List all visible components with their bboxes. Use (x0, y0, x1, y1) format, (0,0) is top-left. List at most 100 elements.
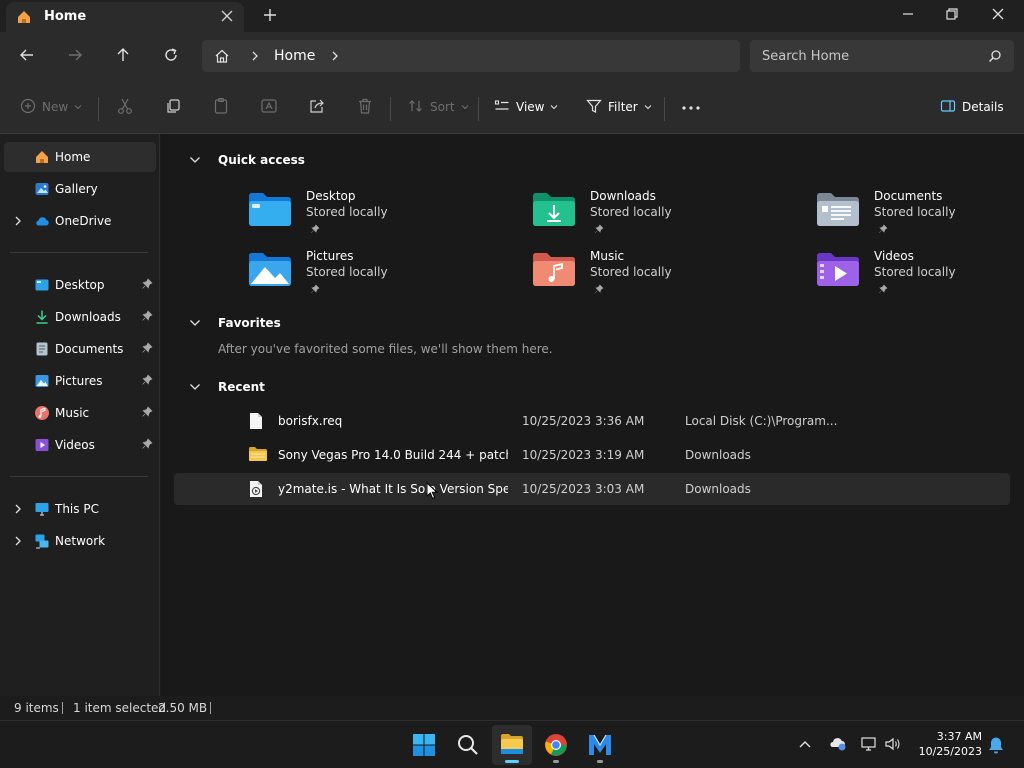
quick-access-desktop[interactable]: Desktop Stored locally (248, 187, 468, 237)
taskbar-search-button[interactable] (448, 725, 488, 765)
sidebar-item-label: This PC (55, 502, 99, 516)
new-button[interactable]: New (20, 80, 82, 134)
chevron-down-icon[interactable] (188, 380, 202, 397)
sidebar-item-label: OneDrive (55, 214, 112, 228)
toolbar-divider (390, 97, 391, 121)
search-icon[interactable] (988, 49, 1002, 66)
home-outline-icon[interactable] (214, 48, 230, 67)
pin-icon[interactable] (141, 278, 153, 293)
sidebar-item-documents[interactable]: Documents (4, 334, 156, 364)
delete-button[interactable] (356, 80, 374, 134)
breadcrumb-home[interactable]: Home (274, 48, 315, 64)
quick-access-pictures[interactable]: Pictures Stored locally (248, 247, 468, 297)
chevron-right-icon[interactable] (12, 215, 24, 230)
sidebar-divider (10, 252, 148, 253)
pin-icon (594, 223, 604, 237)
paste-button[interactable] (212, 80, 230, 134)
sidebar-item-downloads[interactable]: Downloads (4, 302, 156, 332)
system-clock[interactable]: 3:37 AM 10/25/2023 (908, 729, 982, 759)
sidebar-item-videos[interactable]: Videos (4, 430, 156, 460)
pin-icon (310, 223, 320, 237)
command-bar: New Sort View Filter Details (0, 80, 1024, 134)
chevron-right-icon[interactable] (248, 48, 262, 67)
favorites-empty-text: After you've favorited some files, we'll… (218, 342, 553, 356)
table-row[interactable]: borisfx.req 10/25/2023 3:36 AM Local Dis… (174, 405, 1010, 437)
chevron-down-icon[interactable] (188, 153, 202, 170)
quick-access-videos[interactable]: Videos Stored locally (816, 247, 1024, 297)
network-status-icon[interactable] (860, 736, 878, 755)
sidebar-item-desktop[interactable]: Desktop (4, 270, 156, 300)
onedrive-sync-icon[interactable] (828, 736, 848, 755)
quick-access-documents[interactable]: Documents Stored locally (816, 187, 1024, 237)
start-button[interactable] (404, 725, 444, 765)
pin-icon[interactable] (141, 310, 153, 325)
back-arrow-icon[interactable] (18, 46, 38, 66)
folder-name: Documents (874, 189, 943, 203)
table-row[interactable]: y2mate.is - What It Is Solo Version Sped… (174, 473, 1010, 505)
volume-icon[interactable] (884, 736, 902, 755)
close-window-icon[interactable] (990, 6, 1006, 25)
restore-icon[interactable] (944, 6, 960, 25)
status-divider (210, 702, 211, 714)
more-options-button[interactable] (682, 80, 700, 134)
search-box[interactable] (750, 40, 1014, 72)
quick-access-header[interactable]: Quick access (188, 153, 305, 170)
recent-header[interactable]: Recent (188, 380, 265, 397)
forward-arrow-icon[interactable] (66, 46, 86, 66)
details-button[interactable]: Details (940, 80, 1004, 134)
tab-home[interactable]: Home (6, 2, 244, 32)
folder-status: Stored locally (590, 205, 672, 219)
sidebar-item-gallery[interactable]: Gallery (4, 174, 156, 204)
favorites-header[interactable]: Favorites (188, 316, 281, 333)
quick-access-downloads[interactable]: Downloads Stored locally (532, 187, 752, 237)
new-label: New (42, 100, 69, 114)
sidebar-item-home[interactable]: Home (4, 142, 156, 172)
up-arrow-icon[interactable] (114, 46, 134, 66)
folder-name: Downloads (590, 189, 656, 203)
pin-icon[interactable] (141, 342, 153, 357)
sidebar-item-this-pc[interactable]: This PC (4, 494, 156, 524)
file-location: Local Disk (C:)\Program... (685, 414, 838, 428)
computer-icon (34, 501, 50, 520)
view-list-icon (494, 98, 510, 117)
notification-bell-icon[interactable] (988, 736, 1004, 757)
filter-button[interactable]: Filter (586, 80, 652, 134)
windows-logo-icon (412, 733, 436, 760)
sidebar-item-label: Pictures (55, 374, 103, 388)
pin-icon[interactable] (141, 438, 153, 453)
pin-icon[interactable] (141, 374, 153, 389)
view-button[interactable]: View (494, 80, 558, 134)
pin-icon[interactable] (141, 406, 153, 421)
minimize-icon[interactable] (900, 6, 916, 25)
chevron-right-icon[interactable] (12, 535, 24, 550)
chevron-down-icon (550, 100, 558, 114)
sidebar-item-label: Desktop (55, 278, 105, 292)
search-input[interactable] (762, 46, 972, 66)
address-bar[interactable]: Home (202, 40, 740, 72)
copy-button[interactable] (164, 80, 182, 134)
quick-access-music[interactable]: Music Stored locally (532, 247, 752, 297)
filter-funnel-icon (586, 98, 602, 117)
taskbar-chrome[interactable] (536, 725, 576, 765)
sort-button[interactable]: Sort (408, 80, 469, 134)
cut-button[interactable] (116, 80, 134, 134)
taskbar-app[interactable] (580, 725, 620, 765)
chevron-down-icon[interactable] (188, 316, 202, 333)
chevron-right-icon[interactable] (328, 48, 342, 67)
folder-status: Stored locally (306, 205, 388, 219)
taskbar: 3:37 AM 10/25/2023 (0, 720, 1024, 768)
chevron-up-icon[interactable] (798, 738, 812, 752)
new-tab-icon[interactable] (262, 7, 278, 26)
taskbar-file-explorer[interactable] (492, 725, 532, 765)
details-pane-icon (940, 98, 956, 117)
sidebar-item-onedrive[interactable]: OneDrive (4, 206, 156, 236)
sidebar-item-music[interactable]: Music (4, 398, 156, 428)
table-row[interactable]: Sony Vegas Pro 14.0 Build 244 + patch...… (174, 439, 1010, 471)
close-tab-icon[interactable] (220, 9, 234, 26)
sidebar-item-pictures[interactable]: Pictures (4, 366, 156, 396)
sidebar-item-network[interactable]: Network (4, 526, 156, 556)
refresh-icon[interactable] (162, 46, 182, 66)
share-button[interactable] (308, 80, 326, 134)
chevron-right-icon[interactable] (12, 503, 24, 518)
rename-button[interactable] (260, 80, 278, 134)
